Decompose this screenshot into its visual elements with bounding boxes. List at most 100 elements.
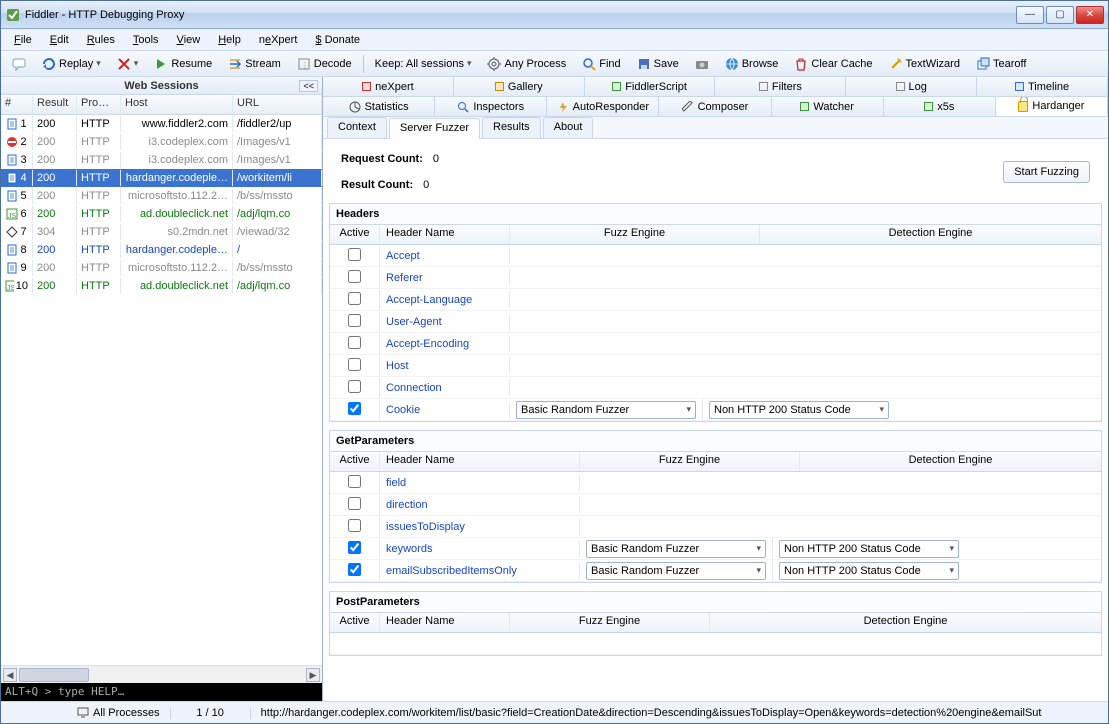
table-row[interactable]: Connection xyxy=(330,377,1101,399)
tab-composer[interactable]: Composer xyxy=(659,97,771,116)
fuzz-engine-dropdown[interactable]: Basic Random Fuzzer xyxy=(586,540,766,558)
active-checkbox[interactable] xyxy=(348,402,361,415)
fuzz-engine-cell[interactable]: Basic Random Fuzzer xyxy=(510,399,703,421)
tab-x5s[interactable]: x5s xyxy=(884,97,996,116)
tab-autoresponder[interactable]: AutoResponder xyxy=(547,97,659,116)
fuzz-engine-cell[interactable]: Basic Random Fuzzer xyxy=(580,560,773,582)
headers-col-detect[interactable]: Detection Engine xyxy=(760,225,1101,244)
active-cell[interactable] xyxy=(330,539,380,559)
session-row[interactable]: JS10200HTTPad.doubleclick.net/adj/lqm.co xyxy=(1,277,322,295)
decode-button[interactable]: ⋮⋮Decode xyxy=(290,55,359,73)
collapse-sessions-button[interactable]: << xyxy=(299,80,318,92)
subtab-server-fuzzer[interactable]: Server Fuzzer xyxy=(389,118,480,139)
subtab-results[interactable]: Results xyxy=(482,117,541,138)
active-cell[interactable] xyxy=(330,246,380,266)
col-protocol[interactable]: Pro… xyxy=(77,95,121,114)
clear-cache-button[interactable]: Clear Cache xyxy=(787,55,879,73)
active-checkbox[interactable] xyxy=(348,358,361,371)
table-row[interactable]: CookieBasic Random FuzzerNon HTTP 200 St… xyxy=(330,399,1101,421)
detection-engine-cell[interactable]: Non HTTP 200 Status Code xyxy=(773,560,965,582)
stream-button[interactable]: Stream xyxy=(221,55,287,73)
table-row[interactable]: Accept-Language xyxy=(330,289,1101,311)
postparams-col-name[interactable]: Header Name xyxy=(380,613,510,632)
active-cell[interactable] xyxy=(330,290,380,310)
session-row[interactable]: 4200HTTPhardanger.codeple…/workitem/li xyxy=(1,169,322,187)
table-row[interactable]: issuesToDisplay xyxy=(330,516,1101,538)
tab-watcher[interactable]: Watcher xyxy=(772,97,884,116)
active-cell[interactable] xyxy=(330,378,380,398)
active-checkbox[interactable] xyxy=(348,541,361,554)
detection-engine-dropdown[interactable]: Non HTTP 200 Status Code xyxy=(779,540,959,558)
scroll-right-icon[interactable]: ▶ xyxy=(306,668,320,682)
table-row[interactable]: Accept-Encoding xyxy=(330,333,1101,355)
scroll-left-icon[interactable]: ◀ xyxy=(3,668,17,682)
find-button[interactable]: Find xyxy=(575,55,627,73)
processes-filter[interactable]: All Processes xyxy=(77,707,171,719)
sessions-body[interactable]: 1200HTTPwww.fiddler2.com/fiddler2/up2200… xyxy=(1,115,322,665)
detection-engine-cell[interactable]: Non HTTP 200 Status Code xyxy=(703,399,895,421)
session-row[interactable]: 1200HTTPwww.fiddler2.com/fiddler2/up xyxy=(1,115,322,133)
tab-log[interactable]: Log xyxy=(846,77,977,96)
menu-edit[interactable]: Edit xyxy=(43,32,76,48)
postparams-col-fuzz[interactable]: Fuzz Engine xyxy=(510,613,710,632)
active-checkbox[interactable] xyxy=(348,314,361,327)
table-row[interactable]: Host xyxy=(330,355,1101,377)
detection-engine-cell[interactable]: Non HTTP 200 Status Code xyxy=(773,538,965,560)
col-url[interactable]: URL xyxy=(233,95,322,114)
active-cell[interactable] xyxy=(330,400,380,420)
active-checkbox[interactable] xyxy=(348,270,361,283)
menu-nexpert[interactable]: neXpert xyxy=(252,32,305,48)
col-result[interactable]: Result xyxy=(33,95,77,114)
headers-col-fuzz[interactable]: Fuzz Engine xyxy=(510,225,760,244)
session-row[interactable]: 3200HTTPi3.codeplex.com/Images/v1 xyxy=(1,151,322,169)
table-row[interactable]: direction xyxy=(330,494,1101,516)
active-checkbox[interactable] xyxy=(348,292,361,305)
session-row[interactable]: 2200HTTPi3.codeplex.com/Images/v1 xyxy=(1,133,322,151)
active-checkbox[interactable] xyxy=(348,519,361,532)
active-cell[interactable] xyxy=(330,517,380,537)
active-cell[interactable] xyxy=(330,334,380,354)
tab-statistics[interactable]: Statistics xyxy=(323,97,435,116)
minimize-button[interactable]: — xyxy=(1016,6,1044,24)
textwizard-button[interactable]: TextWizard xyxy=(882,55,967,73)
tab-inspectors[interactable]: Inspectors xyxy=(435,97,547,116)
table-row[interactable]: keywordsBasic Random FuzzerNon HTTP 200 … xyxy=(330,538,1101,560)
tab-fiddlerscript[interactable]: FiddlerScript xyxy=(585,77,716,96)
session-row[interactable]: 5200HTTPmicrosoftsto.112.2…/b/ss/mssto xyxy=(1,187,322,205)
fuzz-engine-cell[interactable]: Basic Random Fuzzer xyxy=(580,538,773,560)
active-checkbox[interactable] xyxy=(348,248,361,261)
active-cell[interactable] xyxy=(330,495,380,515)
menu-file[interactable]: File xyxy=(7,32,39,48)
headers-col-active[interactable]: Active xyxy=(330,225,380,244)
menu-donate[interactable]: $ Donate xyxy=(308,32,367,48)
tearoff-button[interactable]: Tearoff xyxy=(969,55,1033,73)
start-fuzzing-button[interactable]: Start Fuzzing xyxy=(1003,161,1090,183)
active-cell[interactable] xyxy=(330,356,380,376)
session-row[interactable]: JS6200HTTPad.doubleclick.net/adj/lqm.co xyxy=(1,205,322,223)
close-button[interactable]: ✕ xyxy=(1076,6,1104,24)
col-index[interactable]: # xyxy=(1,95,33,114)
tab-timeline[interactable]: Timeline xyxy=(977,77,1108,96)
session-row[interactable]: 7304HTTPs0.2mdn.net/viewad/32 xyxy=(1,223,322,241)
menu-rules[interactable]: Rules xyxy=(80,32,122,48)
menu-tools[interactable]: Tools xyxy=(126,32,166,48)
active-cell[interactable] xyxy=(330,473,380,493)
detection-engine-dropdown[interactable]: Non HTTP 200 Status Code xyxy=(709,401,889,419)
postparams-col-active[interactable]: Active xyxy=(330,613,380,632)
col-host[interactable]: Host xyxy=(121,95,233,114)
table-row[interactable]: User-Agent xyxy=(330,311,1101,333)
tab-nexpert[interactable]: neXpert xyxy=(323,77,454,96)
resume-button[interactable]: Resume xyxy=(147,55,219,73)
screenshot-button[interactable] xyxy=(688,55,716,73)
comment-button[interactable] xyxy=(5,55,33,73)
active-cell[interactable] xyxy=(330,268,380,288)
any-process-button[interactable]: Any Process xyxy=(480,55,573,73)
tab-filters[interactable]: Filters xyxy=(715,77,846,96)
session-row[interactable]: 9200HTTPmicrosoftsto.112.2…/b/ss/mssto xyxy=(1,259,322,277)
subtab-context[interactable]: Context xyxy=(327,117,387,138)
getparams-col-fuzz[interactable]: Fuzz Engine xyxy=(580,452,800,471)
tab-gallery[interactable]: Gallery xyxy=(454,77,585,96)
browse-button[interactable]: Browse xyxy=(718,55,786,73)
active-cell[interactable] xyxy=(330,561,380,581)
table-row[interactable]: Referer xyxy=(330,267,1101,289)
